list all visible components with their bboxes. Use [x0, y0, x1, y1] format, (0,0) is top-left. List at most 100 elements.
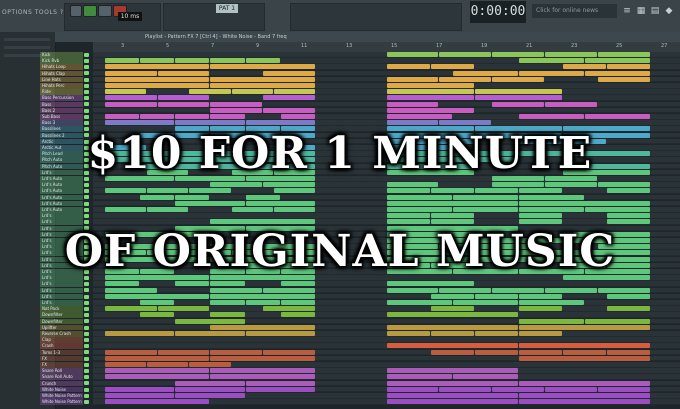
pattern-clip[interactable] [452, 194, 518, 200]
track-name[interactable]: Bass 2 [40, 107, 83, 114]
pattern-clip[interactable] [273, 89, 316, 95]
news-panel[interactable]: Click for online news [532, 4, 617, 18]
pattern-clip[interactable] [280, 300, 316, 305]
pattern-clip[interactable] [210, 355, 316, 361]
pattern-clip[interactable] [518, 207, 584, 212]
pattern-clip[interactable] [104, 355, 210, 361]
track-mute-toggle[interactable] [84, 282, 89, 287]
pattern-clip[interactable] [386, 300, 452, 305]
pattern-clip[interactable] [210, 182, 263, 188]
pattern-clip[interactable] [518, 70, 584, 76]
pattern-clip[interactable] [597, 386, 650, 392]
pattern-clip[interactable] [439, 76, 492, 82]
track-lane[interactable] [93, 368, 680, 374]
pattern-clip[interactable] [544, 287, 597, 293]
track-mute-toggle[interactable] [84, 90, 89, 94]
track-name[interactable]: Lrd's Auto [40, 188, 83, 194]
pattern-clip[interactable] [147, 362, 189, 367]
pattern-clip[interactable] [544, 52, 597, 57]
track-lane[interactable] [93, 207, 680, 213]
pattern-clip[interactable] [584, 207, 650, 212]
track-lane[interactable] [93, 188, 680, 194]
pattern-clip[interactable] [386, 200, 518, 206]
pattern-clip[interactable] [210, 312, 245, 318]
pattern-clip[interactable] [157, 349, 210, 355]
track-lane[interactable] [93, 76, 680, 83]
track-mute-toggle[interactable] [84, 369, 89, 373]
track-mute-toggle[interactable] [84, 59, 89, 63]
pattern-mode-button[interactable] [70, 5, 82, 17]
pattern-clip[interactable] [175, 58, 210, 64]
pattern-clip[interactable] [474, 331, 518, 336]
pattern-clip[interactable] [386, 188, 430, 194]
tempo-display[interactable]: 10 ms [118, 12, 142, 21]
pattern-clip[interactable] [430, 293, 474, 299]
pattern-clip[interactable] [175, 386, 245, 392]
pattern-clip[interactable] [386, 76, 439, 82]
track-name[interactable]: Ride [40, 89, 83, 95]
pattern-clip[interactable] [386, 114, 452, 119]
track-mute-toggle[interactable] [84, 77, 89, 82]
pattern-clip[interactable] [210, 281, 245, 287]
pattern-clip[interactable] [492, 386, 544, 392]
pattern-clip[interactable] [474, 89, 562, 95]
pattern-clip[interactable] [386, 374, 452, 380]
track-name[interactable]: Kick [40, 52, 83, 58]
pattern-clip[interactable] [439, 287, 492, 293]
menu-bar[interactable]: OPTIONS TOOLS ? [2, 9, 64, 16]
track-mute-toggle[interactable] [84, 65, 89, 70]
pattern-clip[interactable] [139, 312, 175, 318]
pattern-clip[interactable] [104, 368, 210, 374]
track-lane[interactable] [93, 337, 680, 343]
pattern-clip[interactable] [157, 306, 210, 312]
browser-icon[interactable]: ▤ [650, 6, 660, 16]
pattern-clip[interactable] [606, 349, 650, 355]
pattern-clip[interactable] [439, 120, 492, 126]
track-lane[interactable] [93, 200, 680, 207]
track-lane[interactable] [93, 107, 680, 114]
track-mute-toggle[interactable] [84, 288, 89, 293]
track-mute-toggle[interactable] [84, 108, 89, 113]
pattern-clip[interactable] [104, 362, 146, 367]
track-name[interactable]: White Noise Pattern [40, 399, 83, 405]
pattern-clip[interactable] [430, 188, 474, 194]
pattern-clip[interactable] [492, 101, 544, 107]
track-name[interactable]: Lrd's [40, 213, 83, 219]
pattern-clip[interactable] [210, 107, 263, 113]
pattern-clip[interactable] [104, 101, 157, 107]
pattern-clip[interactable] [210, 64, 316, 70]
track-name[interactable]: Lrd's [40, 281, 83, 287]
track-name[interactable]: Clap [40, 337, 83, 343]
pattern-clip[interactable] [189, 89, 231, 95]
pattern-clip[interactable] [210, 293, 316, 299]
pattern-clip[interactable] [452, 70, 518, 76]
track-name[interactable]: Crash [40, 343, 83, 349]
pattern-clip[interactable] [597, 52, 650, 57]
pattern-clip[interactable] [386, 120, 439, 126]
pattern-clip[interactable] [492, 287, 544, 293]
pattern-clip[interactable] [280, 281, 316, 287]
pattern-clip[interactable] [518, 318, 584, 324]
pattern-clip[interactable] [147, 207, 189, 212]
track-mute-toggle[interactable] [84, 207, 89, 212]
pattern-clip[interactable] [139, 194, 175, 200]
pattern-clip[interactable] [584, 318, 650, 324]
pattern-clip[interactable] [139, 58, 175, 64]
track-lane[interactable] [93, 114, 680, 120]
track-mute-toggle[interactable] [84, 331, 89, 336]
track-lane[interactable] [93, 380, 680, 387]
track-mute-toggle[interactable] [84, 220, 89, 225]
pattern-clip[interactable] [518, 58, 584, 64]
track-mute-toggle[interactable] [84, 214, 89, 218]
pattern-clip[interactable] [606, 293, 650, 299]
track-mute-toggle[interactable] [84, 195, 89, 200]
pattern-clip[interactable] [210, 114, 245, 119]
track-mute-toggle[interactable] [84, 189, 89, 194]
pattern-clip[interactable] [386, 83, 474, 88]
track-lane[interactable] [93, 355, 680, 362]
track-name[interactable]: White Noise [40, 386, 83, 393]
pattern-clip[interactable] [104, 393, 175, 398]
pattern-clip[interactable] [430, 331, 474, 336]
pattern-clip[interactable] [104, 399, 210, 405]
pattern-clip[interactable] [245, 380, 316, 386]
